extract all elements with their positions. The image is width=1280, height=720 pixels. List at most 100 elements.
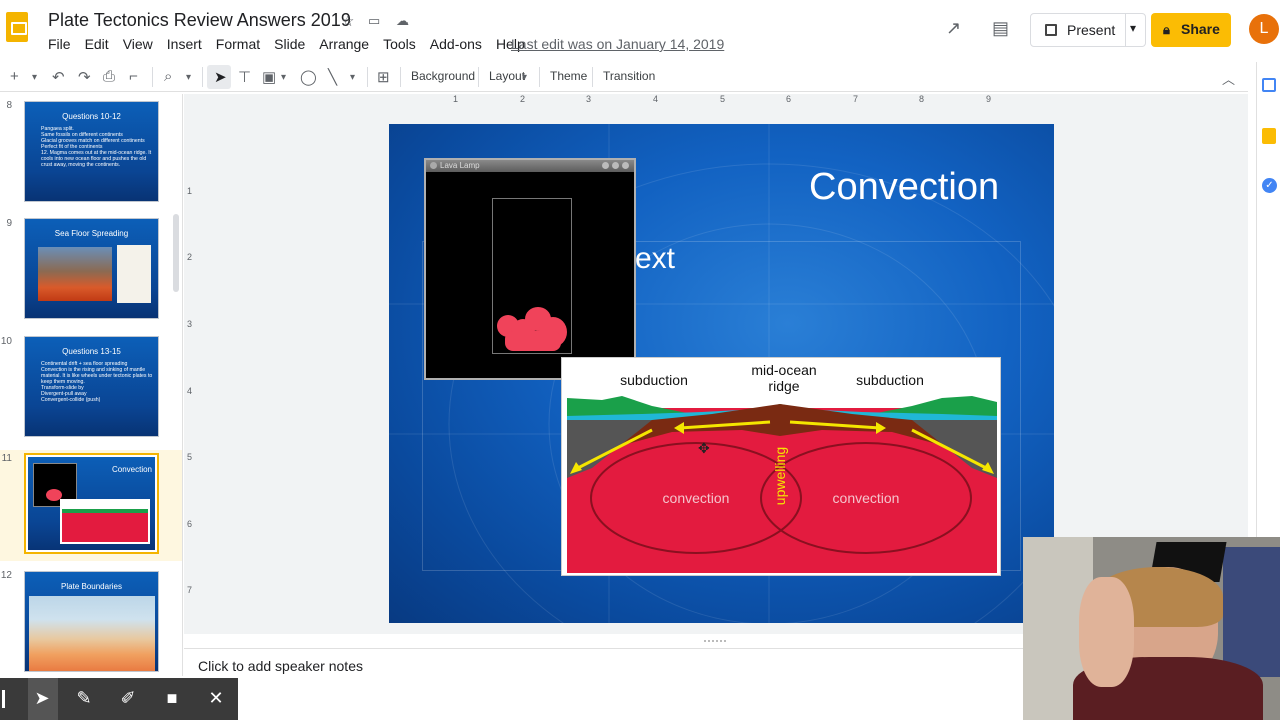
account-avatar[interactable]: L xyxy=(1249,14,1279,44)
convection-label-left: convection xyxy=(662,490,730,506)
move-cursor-icon: ✥ xyxy=(698,440,710,456)
zoom-dropdown-icon[interactable]: ▾ xyxy=(186,72,191,83)
ruler-tick: 2 xyxy=(520,94,526,104)
menu-tools[interactable]: Tools xyxy=(383,36,416,52)
ruler-tick: 8 xyxy=(919,94,925,104)
present-divider xyxy=(1125,14,1126,46)
cloud-status-icon[interactable]: ☁ xyxy=(396,13,409,29)
ruler-tick: 2 xyxy=(187,252,193,262)
keep-icon[interactable] xyxy=(1262,128,1276,144)
present-label: Present xyxy=(1067,22,1116,38)
toolbar-divider xyxy=(592,67,593,87)
ruler-tick: 6 xyxy=(786,94,792,104)
menu-view[interactable]: View xyxy=(123,36,153,52)
ruler-tick: 3 xyxy=(586,94,592,104)
highlighter-icon[interactable]: ✐ xyxy=(116,688,140,710)
lava-lamp-window[interactable]: Lava Lamp xyxy=(424,158,636,380)
shape-icon[interactable]: ◯ xyxy=(300,68,317,86)
tasks-icon[interactable]: ✓ xyxy=(1262,178,1277,193)
ruler-tick: 6 xyxy=(187,519,193,529)
slide-title[interactable]: Convection xyxy=(809,166,999,209)
lava-lamp-container xyxy=(492,198,572,354)
activity-dashboard-icon[interactable]: ↗ xyxy=(946,18,961,39)
close-icon[interactable] xyxy=(622,162,629,169)
zoom-icon[interactable]: ⌕ xyxy=(164,68,172,85)
maximize-icon[interactable] xyxy=(612,162,619,169)
ruler-tick: 5 xyxy=(187,452,193,462)
webcam-icon[interactable]: ■ xyxy=(160,688,184,710)
menu-slide[interactable]: Slide xyxy=(274,36,305,52)
new-slide-dropdown-icon[interactable]: ▾ xyxy=(32,72,37,83)
slide-thumbnail-12[interactable]: Plate Boundaries xyxy=(24,571,159,672)
line-icon[interactable]: ╲ xyxy=(328,68,337,86)
convection-diagram-thumb xyxy=(60,499,150,544)
lava-lamp-titlebar[interactable]: Lava Lamp xyxy=(426,160,634,172)
notes-resize-handle[interactable] xyxy=(704,640,726,644)
menu-add-ons[interactable]: Add-ons xyxy=(430,36,482,52)
line-dropdown-icon[interactable]: ▾ xyxy=(350,72,355,83)
share-button[interactable]: 🔒︎ Share xyxy=(1151,13,1231,47)
thumbnail-title: Sea Floor Spreading xyxy=(54,229,129,238)
slide-thumbnail-10[interactable]: Questions 13-15 Continental drift + sea … xyxy=(24,336,159,437)
subduction-label-left: subduction xyxy=(620,372,688,388)
drag-grip-icon[interactable] xyxy=(2,690,5,708)
new-slide-icon[interactable]: + xyxy=(10,68,19,85)
pointer-icon[interactable]: ➤ xyxy=(30,688,54,710)
sea-floor-diagram-image xyxy=(117,245,151,303)
background-button[interactable]: Background xyxy=(411,69,475,83)
filmstrip-scrollbar[interactable] xyxy=(173,214,179,292)
text-box-icon[interactable]: ⊤ xyxy=(238,68,251,86)
add-comment-icon[interactable]: ⊞ xyxy=(377,68,390,86)
toolbar: + ▾ ↶ ↷ ⎙ ⌐ ⌕ ▾ ➤ ⊤ ▣ ▾ ◯ ╲ ▾ ⊞ Backgrou… xyxy=(0,62,1248,92)
redo-icon[interactable]: ↷ xyxy=(78,68,91,86)
menu-format[interactable]: Format xyxy=(216,36,260,52)
slides-logo-icon[interactable] xyxy=(6,12,28,42)
menu-insert[interactable]: Insert xyxy=(167,36,202,52)
pen-icon[interactable]: ✎ xyxy=(72,688,96,710)
image-dropdown-icon[interactable]: ▾ xyxy=(281,72,286,83)
convection-diagram[interactable]: subduction mid-ocean ridge subduction co… xyxy=(561,357,1001,576)
menu-arrange[interactable]: Arrange xyxy=(319,36,369,52)
slide-thumbnail-9[interactable]: Sea Floor Spreading xyxy=(24,218,159,319)
slide-number: 12 xyxy=(0,570,12,581)
speaker-notes-placeholder[interactable]: Click to add speaker notes xyxy=(198,658,363,674)
cursor-arrow-icon[interactable]: ➤ xyxy=(214,68,227,86)
ruler-tick: 7 xyxy=(853,94,859,104)
menu-edit[interactable]: Edit xyxy=(85,36,109,52)
undo-icon[interactable]: ↶ xyxy=(52,68,65,86)
minimize-icon[interactable] xyxy=(602,162,609,169)
image-icon[interactable]: ▣ xyxy=(262,68,276,86)
calendar-icon[interactable] xyxy=(1262,78,1276,92)
present-monitor-icon xyxy=(1045,24,1057,36)
print-icon[interactable]: ⎙ xyxy=(103,68,115,85)
slide-number: 8 xyxy=(6,100,12,111)
slide-thumbnail-8[interactable]: Questions 10-12 Pangaea split. Same foss… xyxy=(24,101,159,202)
lava-lamp-title: Lava Lamp xyxy=(440,161,480,170)
star-icon[interactable]: ☆ xyxy=(341,12,354,30)
ruler-tick: 4 xyxy=(653,94,659,104)
move-folder-icon[interactable]: ▭ xyxy=(368,13,380,29)
toolbar-divider xyxy=(152,67,153,87)
menu-file[interactable]: File xyxy=(48,36,71,52)
last-edit-link[interactable]: Last edit was on January 14, 2019 xyxy=(511,36,724,52)
slide-body-text[interactable]: ext xyxy=(635,242,675,276)
present-button[interactable]: Present ▾ xyxy=(1030,13,1146,47)
window-menu-icon[interactable] xyxy=(430,162,437,169)
collapse-toolbar-icon[interactable]: ︿ xyxy=(1222,69,1235,88)
theme-button[interactable]: Theme xyxy=(550,69,587,83)
close-tray-icon[interactable]: ✕ xyxy=(204,688,228,710)
ruler-tick: 4 xyxy=(187,386,193,396)
present-dropdown-icon[interactable]: ▾ xyxy=(1130,21,1136,35)
transition-button[interactable]: Transition xyxy=(603,69,655,83)
layout-button[interactable]: Layout xyxy=(489,69,525,83)
toolbar-divider xyxy=(367,67,368,87)
slide-thumbnail-11[interactable]: Convection xyxy=(24,453,159,554)
paint-format-icon[interactable]: ⌐ xyxy=(129,68,138,85)
document-title[interactable]: Plate Tectonics Review Answers 2019 xyxy=(48,10,351,31)
subduction-label-right: subduction xyxy=(856,372,924,388)
layout-dropdown-icon[interactable]: ▾ xyxy=(522,72,527,83)
sea-floor-image xyxy=(38,247,112,301)
comment-history-icon[interactable]: ▤ xyxy=(992,18,1009,39)
toolbar-divider xyxy=(478,67,479,87)
recorder-toolbar: ➤ ✎ ✐ ■ ✕ xyxy=(0,678,238,720)
